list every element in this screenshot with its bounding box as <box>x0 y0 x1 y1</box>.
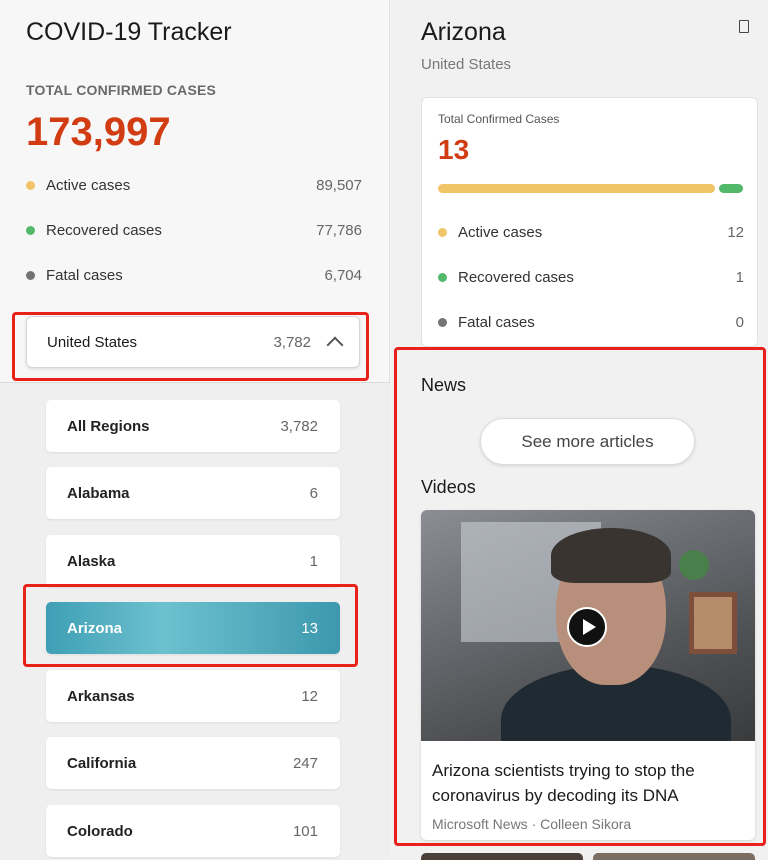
stat-value: 12 <box>727 223 744 241</box>
right-pane: Arizona United States Total Confirmed Ca… <box>391 0 768 860</box>
chevron-up-icon[interactable] <box>326 336 344 354</box>
region-count: 1 <box>309 552 318 570</box>
stat-label: Recovered cases <box>458 268 574 286</box>
next-video-thumbnail-2[interactable] <box>593 853 755 860</box>
stat-label: Recovered cases <box>46 221 162 239</box>
region-active-row: Active cases 12 <box>438 220 744 244</box>
stat-value: 0 <box>735 313 744 331</box>
region-list[interactable]: All Regions 3,782 Alabama 6 Alaska 1 Ari… <box>0 383 390 860</box>
region-stats-card: Total Confirmed Cases 13 Active cases 12… <box>421 97 758 347</box>
global-fatal-row: Fatal cases 6,704 <box>26 263 362 287</box>
window-icon[interactable] <box>739 20 749 33</box>
video-thumbnail[interactable] <box>421 510 755 741</box>
card-value: 13 <box>438 134 470 165</box>
region-item-california[interactable]: California 247 <box>46 737 340 789</box>
news-heading: News <box>421 375 467 395</box>
region-item-alabama[interactable]: Alabama 6 <box>46 467 340 519</box>
global-recovered-row: Recovered cases 77,786 <box>26 218 362 242</box>
stat-label: Fatal cases <box>458 313 535 331</box>
region-name: California <box>67 754 137 772</box>
stat-value: 6,704 <box>324 266 362 284</box>
region-fatal-row: Fatal cases 0 <box>438 310 744 334</box>
region-item-alaska[interactable]: Alaska 1 <box>46 535 340 587</box>
region-item-colorado[interactable]: Colorado 101 <box>46 805 340 857</box>
app-title: COVID-19 Tracker <box>26 18 232 46</box>
recovered-dot-icon <box>438 272 447 282</box>
active-dot-icon <box>438 227 447 237</box>
region-name: Alabama <box>67 484 130 502</box>
region-name: Alaska <box>67 552 116 570</box>
region-name: Colorado <box>67 822 133 840</box>
active-dot-icon <box>26 180 35 190</box>
play-triangle <box>582 619 596 635</box>
region-item-arizona[interactable]: Arizona 13 <box>46 602 340 654</box>
total-confirmed-value: 173,997 <box>26 110 171 154</box>
fatal-dot-icon <box>26 270 35 280</box>
video-source: Microsoft News · Colleen Sikora <box>432 816 632 832</box>
plant-image <box>679 550 709 580</box>
next-video-thumbnail[interactable] <box>421 853 583 860</box>
videos-heading: Videos <box>421 477 476 497</box>
picture-frame-image <box>689 592 737 654</box>
country-count: 3,782 <box>273 333 311 351</box>
country-dropdown[interactable]: United States 3,782 <box>26 316 360 368</box>
stat-label: Active cases <box>46 176 131 194</box>
fatal-dot-icon <box>438 317 447 327</box>
region-count: 3,782 <box>280 417 318 435</box>
play-icon[interactable] <box>567 607 607 647</box>
total-confirmed-label: TOTAL CONFIRMED CASES <box>26 82 217 98</box>
region-title: Arizona <box>421 18 506 46</box>
left-pane: COVID-19 Tracker TOTAL CONFIRMED CASES 1… <box>0 0 390 860</box>
global-active-row: Active cases 89,507 <box>26 173 362 197</box>
region-name: All Regions <box>67 417 150 435</box>
recovered-progress-bar <box>719 184 743 193</box>
video-card[interactable]: Arizona scientists trying to stop the co… <box>421 510 755 840</box>
video-title[interactable]: Arizona scientists trying to stop the co… <box>432 758 747 808</box>
recovered-dot-icon <box>26 225 35 235</box>
region-count: 247 <box>292 754 318 772</box>
active-progress-bar <box>438 184 715 193</box>
region-name: Arkansas <box>67 687 135 705</box>
country-name: United States <box>47 333 138 351</box>
stat-label: Active cases <box>458 223 543 241</box>
stat-value: 77,786 <box>316 221 362 239</box>
region-count: 6 <box>309 484 318 502</box>
region-item-all-regions[interactable]: All Regions 3,782 <box>46 400 340 452</box>
region-item-arkansas[interactable]: Arkansas 12 <box>46 670 340 722</box>
region-count: 101 <box>292 822 318 840</box>
see-more-articles-button[interactable]: See more articles <box>480 418 695 465</box>
region-recovered-row: Recovered cases 1 <box>438 265 744 289</box>
stat-value: 89,507 <box>316 176 362 194</box>
person-hair-image <box>551 528 671 583</box>
region-count: 13 <box>301 619 318 637</box>
region-count: 12 <box>301 687 318 705</box>
card-label: Total Confirmed Cases <box>438 112 560 126</box>
stat-label: Fatal cases <box>46 266 123 284</box>
stat-value: 1 <box>735 268 744 286</box>
region-subtitle: United States <box>421 56 512 73</box>
region-name: Arizona <box>67 619 123 637</box>
